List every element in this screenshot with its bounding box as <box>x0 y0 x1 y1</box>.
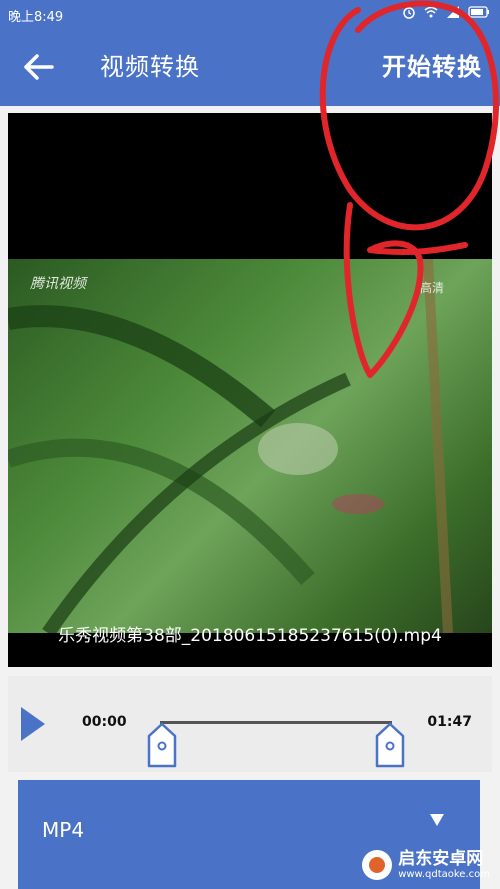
total-time: 01:47 <box>427 714 472 730</box>
trim-track[interactable] <box>160 721 392 724</box>
alarm-icon <box>403 7 415 19</box>
status-icons <box>402 5 490 19</box>
status-time: 晚上8:49 <box>8 10 64 25</box>
quality-label: 高清 <box>419 281 444 295</box>
battery-icon <box>468 6 489 18</box>
status-bar: 晚上8:49 <box>0 0 500 28</box>
trim-start-handle[interactable] <box>147 722 177 768</box>
chevron-down-icon <box>430 814 444 826</box>
play-icon[interactable] <box>20 706 46 742</box>
video-preview[interactable]: 腾讯视频 高清 乐秀视频第38部_20180615185237615(0).mp… <box>8 113 492 667</box>
arrow-left-icon[interactable] <box>22 50 56 84</box>
video-frame: 腾讯视频 高清 <box>8 259 492 633</box>
start-convert-button[interactable]: 开始转换 <box>382 50 482 84</box>
video-frame-image <box>8 259 453 633</box>
site-watermark: 启东安卓网 www.qdtaoke.com <box>362 849 490 881</box>
wifi-icon <box>424 6 438 18</box>
player-controls: 00:00 01:47 <box>8 676 492 772</box>
site-text: 启东安卓网 www.qdtaoke.com <box>398 849 490 881</box>
site-logo-icon <box>362 850 393 880</box>
file-name: 乐秀视频第38部_20180615185237615(0).mp4 <box>58 626 442 646</box>
signal-icon <box>447 6 459 18</box>
site-url: www.qdtaoke.com <box>398 869 490 880</box>
site-name: 启东安卓网 <box>398 849 484 869</box>
video-convert-screen: 晚上8:49 视频转换 开始转换 腾讯视频 高清 乐秀视频第38部_201806… <box>0 0 500 889</box>
app-bar: 视频转换 开始转换 <box>0 28 500 106</box>
page-title: 视频转换 <box>100 53 200 81</box>
trim-end-handle[interactable] <box>375 722 405 768</box>
current-time: 00:00 <box>82 714 127 730</box>
video-watermark: 腾讯视频 <box>30 276 86 292</box>
format-value: MP4 <box>42 818 85 842</box>
